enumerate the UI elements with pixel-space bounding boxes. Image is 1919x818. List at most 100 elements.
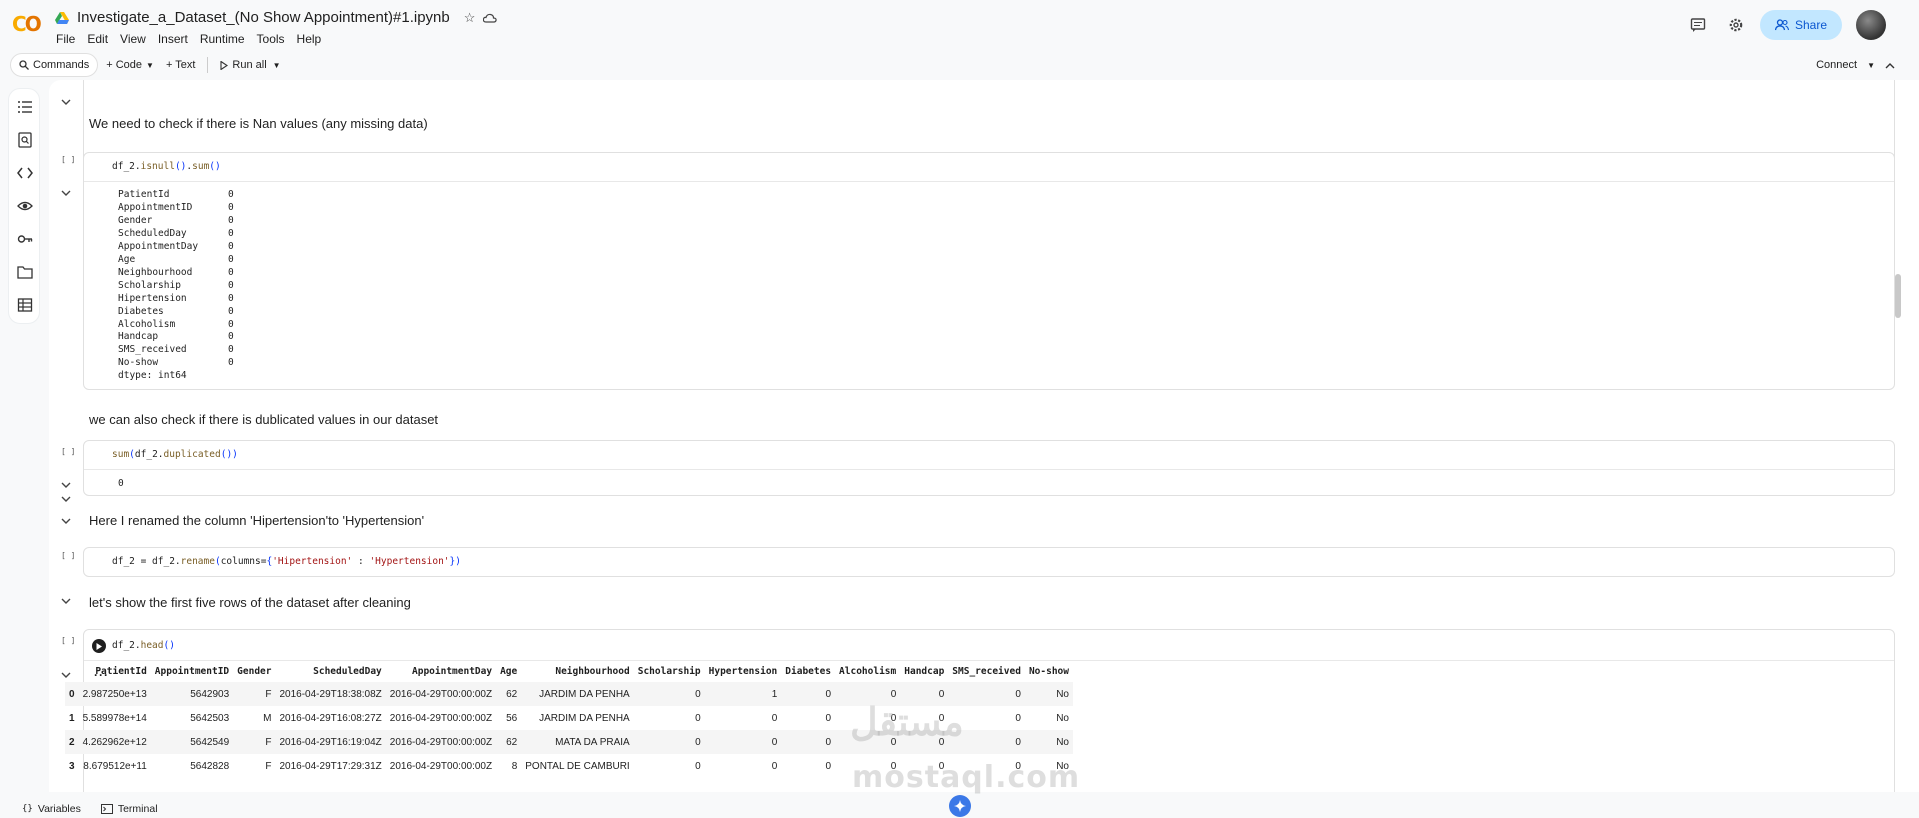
menu-help[interactable]: Help — [297, 32, 322, 46]
cell-exec-count[interactable]: [ ] — [61, 155, 75, 164]
cell-output: 0 — [118, 478, 124, 489]
scrollbar-thumb[interactable] — [1895, 274, 1901, 318]
section-collapse-icon[interactable] — [61, 99, 71, 105]
top-bar: CO Investigate_a_Dataset_(No Show Appoin… — [0, 0, 1919, 48]
code-dropdown-icon[interactable]: ▼ — [146, 61, 154, 70]
collapse-header-icon[interactable] — [1885, 62, 1895, 69]
section-collapse-icon[interactable] — [61, 598, 71, 604]
code-cell-isnull[interactable]: df_2.isnull().sum() PatientId 0 Appointmen… — [83, 152, 1895, 390]
cell-output: PatientId 0 AppointmentID 0 Gender 0 Scheduled… — [118, 189, 234, 383]
key-icon[interactable] — [17, 231, 33, 247]
run-cell-button[interactable] — [92, 639, 106, 653]
share-label: Share — [1794, 18, 1828, 32]
comment-icon[interactable] — [1684, 11, 1712, 39]
cell-exec-count[interactable]: [ ] — [61, 636, 75, 645]
output-line: AppointmentDay 0 — [118, 241, 234, 254]
row-index: 3 — [69, 760, 75, 772]
colab-logo[interactable]: CO — [12, 12, 42, 36]
output-value: 0 — [228, 305, 234, 317]
table-cell: 1 — [704, 682, 782, 706]
table-cell: No — [1056, 712, 1069, 724]
output-value: 0 — [228, 292, 234, 304]
variables-icon: {} — [22, 804, 33, 814]
output-collapse-icon[interactable] — [61, 482, 71, 488]
output-line: Hipertension 0 — [118, 293, 234, 306]
code-line[interactable]: df_2 = df_2.rename(columns={'Hipertensio… — [112, 556, 461, 567]
table-cell: JARDIM DA PENHA — [539, 712, 630, 724]
cell-exec-count[interactable]: [ ] — [61, 447, 75, 456]
table-cell: 5.589978e+14 — [82, 712, 147, 724]
commands-button[interactable]: Commands — [10, 53, 99, 77]
code-line[interactable]: df_2.head() — [112, 640, 175, 651]
menu-tools[interactable]: Tools — [257, 32, 285, 46]
notebook-title[interactable]: Investigate_a_Dataset_(No Show Appointme… — [77, 9, 450, 26]
table-cell: 0 — [825, 760, 832, 772]
output-line: PatientId 0 — [118, 189, 234, 202]
menu-edit[interactable]: Edit — [87, 32, 108, 46]
avatar[interactable] — [1856, 10, 1886, 40]
table-cell: 5642828 — [190, 760, 230, 772]
code-cell-duplicated[interactable]: sum(df_2.duplicated()) 0 — [83, 440, 1895, 496]
run-dropdown-icon[interactable]: ▼ — [273, 61, 281, 70]
play-icon — [96, 642, 102, 650]
table-cell: 0 — [825, 712, 832, 724]
data-table-icon[interactable] — [17, 297, 33, 313]
table-header-cell: SMS_received — [952, 665, 1021, 677]
add-code-button[interactable]: + Code — [98, 53, 150, 77]
table-cell: JARDIM DA PENHA — [521, 682, 634, 706]
code-cell-rename[interactable]: df_2 = df_2.rename(columns={'Hipertensio… — [83, 547, 1895, 577]
output-key: PatientId — [118, 189, 170, 200]
output-key: No-show — [118, 357, 159, 369]
markdown-cell-4[interactable]: let's show the first five rows of the da… — [89, 595, 411, 610]
menu-insert[interactable]: Insert — [158, 32, 188, 46]
variables-tab[interactable]: {} Variables — [22, 803, 81, 815]
gear-icon[interactable] — [1722, 11, 1750, 39]
code-snippets-icon[interactable] — [17, 165, 33, 181]
table-cell: 2016-04-29T18:38:08Z — [275, 682, 386, 706]
output-value: 0 — [228, 344, 234, 356]
section-collapse-icon[interactable] — [61, 518, 71, 524]
terminal-icon — [100, 804, 113, 814]
star-icon[interactable]: ☆ — [464, 10, 476, 26]
output-key: Age — [118, 253, 136, 265]
output-line: Scholarship 0 — [118, 280, 234, 293]
table-cell: 2016-04-29T00:00:00Z — [389, 760, 493, 772]
code-line[interactable]: df_2.isnull().sum() — [112, 161, 221, 172]
table-header-cell: Scholarship — [637, 665, 701, 677]
connect-dropdown-icon[interactable]: ▼ — [1867, 61, 1875, 70]
menu-view[interactable]: View — [120, 32, 146, 46]
markdown-cell-1[interactable]: We need to check if there is Nan values … — [89, 116, 428, 131]
row-index: 1 — [69, 712, 75, 724]
table-cell: No — [1024, 682, 1073, 706]
menu-runtime[interactable]: Runtime — [200, 32, 245, 46]
output-collapse-icon[interactable] — [61, 190, 71, 196]
toolbar: Commands + Code ▼ + Text Run all ▼ Conne… — [10, 50, 1909, 80]
connect-button[interactable]: Connect — [1816, 59, 1857, 71]
share-button[interactable]: Share — [1760, 10, 1842, 40]
terminal-tab[interactable]: Terminal — [100, 803, 158, 815]
output-value: 0 — [228, 227, 234, 239]
table-header-cell: Neighbourhood — [555, 665, 630, 677]
find-icon[interactable] — [17, 132, 33, 148]
left-sidebar — [8, 88, 40, 324]
output-value: 0 — [228, 279, 234, 291]
watermark-arabic: مستقل — [850, 702, 964, 744]
add-text-button[interactable]: + Text — [158, 53, 203, 77]
table-cell: 5642503 — [190, 712, 230, 724]
cell-exec-count[interactable]: [ ] — [61, 551, 75, 560]
folder-icon[interactable] — [17, 264, 33, 280]
cloud-icon[interactable] — [483, 12, 498, 24]
gemini-button[interactable] — [949, 795, 971, 817]
people-icon — [1774, 19, 1789, 31]
secrets-eye-icon[interactable] — [17, 198, 33, 214]
section-collapse-icon[interactable] — [61, 496, 71, 502]
table-cell: 0 — [695, 760, 701, 772]
menu-file[interactable]: File — [56, 32, 75, 46]
markdown-cell-3[interactable]: Here I renamed the column 'Hipertension'… — [89, 513, 424, 528]
markdown-cell-2[interactable]: we can also check if there is dublicated… — [89, 412, 438, 427]
run-all-button[interactable]: Run all — [212, 53, 274, 77]
output-key: Handcap — [118, 331, 159, 343]
code-line[interactable]: sum(df_2.duplicated()) — [112, 449, 238, 460]
output-line: ScheduledDay 0 — [118, 228, 234, 241]
table-of-contents-icon[interactable] — [17, 99, 33, 115]
